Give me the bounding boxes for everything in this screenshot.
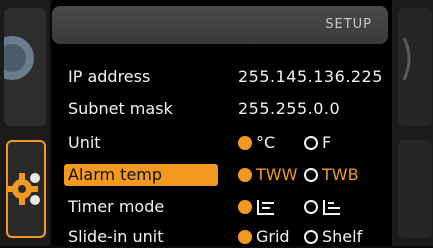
unit-option-celsius[interactable]: °C — [238, 132, 275, 154]
main-panel: SETUP IP address 255.145.136.225 Subnet … — [52, 0, 392, 246]
timer-option-b[interactable] — [304, 196, 342, 218]
alarm-option-tww[interactable]: TWW — [238, 164, 297, 186]
slide-in-unit-label: Slide-in unit — [68, 227, 164, 246]
radio-selected-icon — [238, 168, 252, 182]
radio-selected-icon — [238, 200, 252, 214]
alarm-option-twb[interactable]: TWB — [304, 164, 359, 186]
unit-label: Unit — [68, 133, 101, 152]
ip-address-row[interactable]: IP address 255.145.136.225 — [64, 66, 384, 88]
slidein-option-grid[interactable]: Grid — [238, 226, 290, 248]
slide-in-unit-row: Slide-in unit Grid Shelf — [64, 226, 384, 248]
right-nav-panel — [392, 0, 433, 246]
timer-mode-row: Timer mode — [64, 196, 384, 218]
subnet-mask-value: 255.255.0.0 — [238, 99, 341, 118]
right-nav-tile-bottom[interactable] — [398, 140, 432, 238]
slidein-option-shelf[interactable]: Shelf — [304, 226, 362, 248]
subnet-mask-row[interactable]: Subnet mask 255.255.0.0 — [64, 98, 384, 120]
radio-selected-icon — [238, 230, 252, 244]
timer-mode-a-icon — [257, 200, 274, 215]
left-nav-panel — [0, 0, 50, 246]
right-nav-tile-top[interactable] — [398, 8, 432, 126]
radio-selected-icon — [238, 136, 252, 150]
bracket-icon — [402, 37, 411, 81]
page-title: SETUP — [325, 17, 372, 32]
timer-mode-label: Timer mode — [68, 197, 165, 216]
left-nav-tile-top[interactable] — [0, 8, 46, 126]
alarm-temp-label: Alarm temp — [68, 165, 163, 184]
ip-address-value: 255.145.136.225 — [238, 67, 383, 86]
unit-row: Unit °C F — [64, 132, 384, 154]
timer-mode-b-icon — [323, 200, 340, 215]
dial-icon — [0, 36, 34, 80]
header-bar: SETUP — [52, 6, 388, 44]
settings-gear-icon — [6, 173, 40, 205]
unit-option-fahrenheit[interactable]: F — [304, 132, 331, 154]
left-nav-tile-settings[interactable] — [6, 140, 46, 238]
ip-address-label: IP address — [68, 67, 151, 86]
radio-unselected-icon — [304, 168, 318, 182]
radio-unselected-icon — [304, 200, 318, 214]
alarm-temp-row: Alarm temp TWW TWB — [64, 164, 384, 186]
radio-unselected-icon — [304, 136, 318, 150]
radio-unselected-icon — [304, 230, 318, 244]
subnet-mask-label: Subnet mask — [68, 99, 173, 118]
timer-option-a[interactable] — [238, 196, 276, 218]
